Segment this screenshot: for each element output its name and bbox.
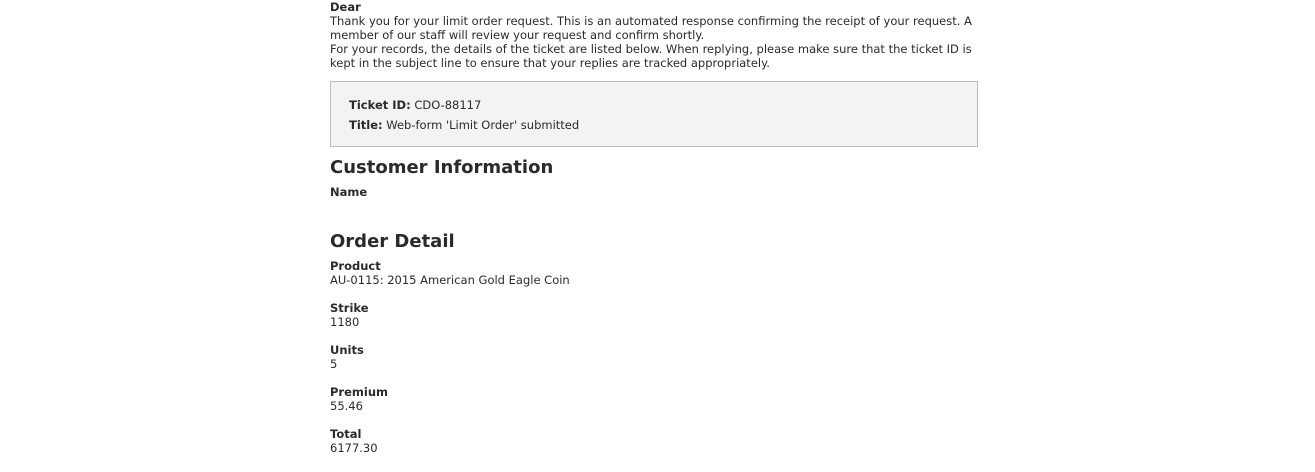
units-label: Units (330, 343, 364, 357)
premium-value: 55.46 (330, 399, 363, 413)
ticket-id-label: Ticket ID: (349, 98, 411, 112)
order-field-total: Total 6177.30 (330, 427, 980, 455)
product-value: AU-0115: 2015 American Gold Eagle Coin (330, 273, 570, 287)
order-detail-heading: Order Detail (330, 231, 455, 252)
ticket-title-label: Title: (349, 118, 383, 132)
strike-label: Strike (330, 301, 369, 315)
order-field-premium: Premium 55.46 (330, 385, 980, 413)
total-label: Total (330, 427, 362, 441)
intro-paragraph-records: For your records, the details of the tic… (330, 42, 972, 70)
ticket-title-value: Web-form 'Limit Order' submitted (386, 118, 580, 132)
greeting: Dear (330, 0, 361, 14)
product-label: Product (330, 259, 381, 273)
customer-information-heading: Customer Information (330, 157, 554, 178)
order-field-strike: Strike 1180 (330, 301, 980, 329)
customer-name-field: Name (330, 185, 980, 199)
order-field-product: Product AU-0115: 2015 American Gold Eagl… (330, 259, 980, 287)
email-body: Dear Thank you for your limit order requ… (330, 0, 980, 455)
ticket-id-value: CDO-88117 (414, 98, 482, 112)
intro-paragraph-receipt: Thank you for your limit order request. … (330, 14, 972, 42)
customer-name-label: Name (330, 185, 368, 199)
ticket-title-line: Title: Web-form 'Limit Order' submitted (349, 118, 959, 132)
ticket-id-line: Ticket ID: CDO-88117 (349, 98, 959, 112)
strike-value: 1180 (330, 315, 360, 329)
premium-label: Premium (330, 385, 388, 399)
ticket-info-box: Ticket ID: CDO-88117 Title: Web-form 'Li… (330, 81, 978, 147)
units-value: 5 (330, 357, 338, 371)
order-field-units: Units 5 (330, 343, 980, 371)
total-value: 6177.30 (330, 441, 378, 455)
